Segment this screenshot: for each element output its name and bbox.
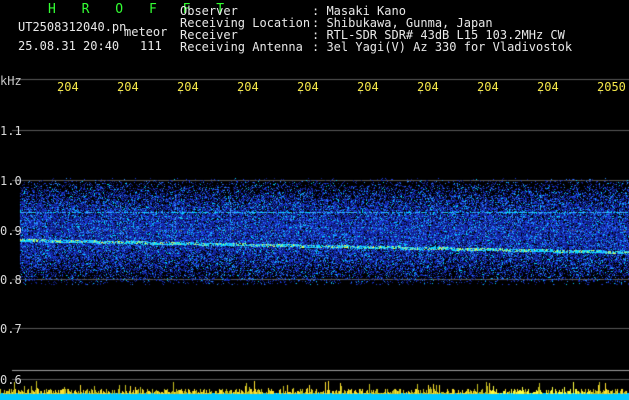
x-tick: 204 xyxy=(57,80,79,94)
x-tick: 204 xyxy=(477,80,499,94)
x-tick: 204 xyxy=(117,80,139,94)
spectrogram-canvas xyxy=(0,0,629,400)
y-axis-unit: kHz xyxy=(0,74,22,88)
x-tick: 204 xyxy=(357,80,379,94)
filename: UT2508312040.pn xyxy=(18,20,127,34)
y-tick: 1.1 xyxy=(0,124,22,138)
x-tick: 204 xyxy=(417,80,439,94)
y-tick: 1.0 xyxy=(0,174,22,188)
filename-tag: meteor xyxy=(124,25,168,39)
x-tick: 204 xyxy=(177,80,199,94)
y-tick: 0.9 xyxy=(0,224,22,238)
y-tick: 0.7 xyxy=(0,322,22,336)
x-tick: 2050 xyxy=(597,80,626,94)
y-tick: 0.6 xyxy=(0,373,22,387)
x-tick: 204 xyxy=(237,80,259,94)
field-value-antenna: : 3el Yagi(V) Az 330 for Vladivostok xyxy=(312,40,573,54)
y-tick: 0.8 xyxy=(0,273,22,287)
count: 111 xyxy=(140,39,162,53)
x-tick: 204 xyxy=(297,80,319,94)
datetime: 25.08.31 20:40 xyxy=(18,39,120,53)
x-tick: 204 xyxy=(537,80,559,94)
field-label-antenna: Receiving Antenna xyxy=(180,40,303,54)
